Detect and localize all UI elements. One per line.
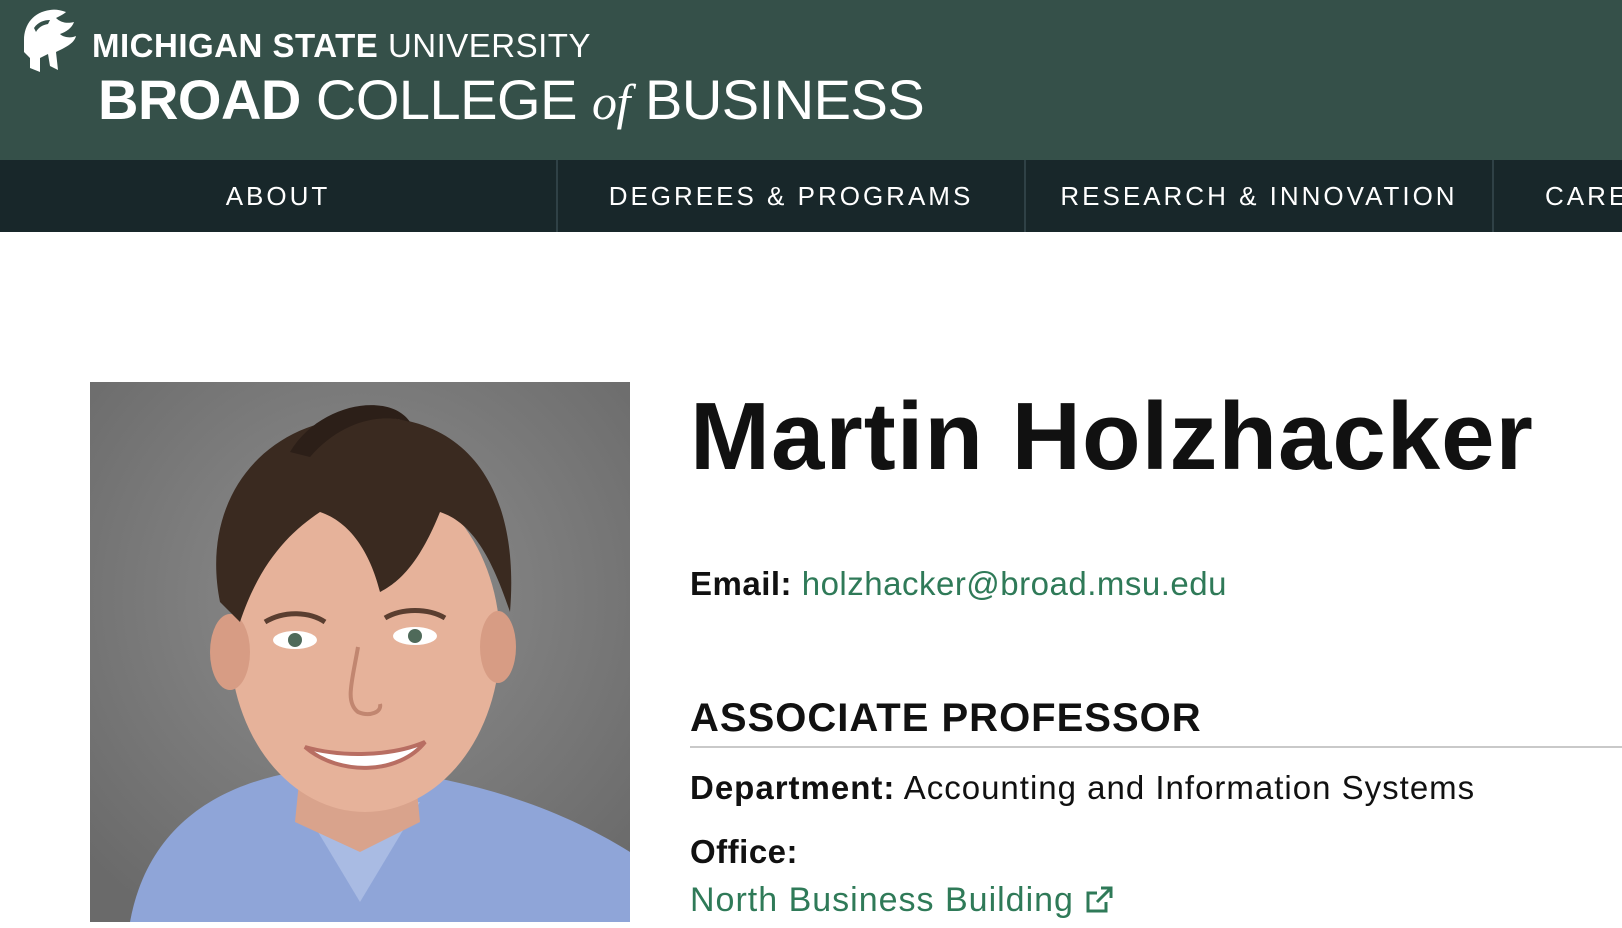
email-link[interactable]: holzhacker@broad.msu.edu bbox=[802, 565, 1227, 602]
site-header: MICHIGAN STATE UNIVERSITY BROAD COLLEGE … bbox=[0, 0, 1622, 160]
department-value: Accounting and Information Systems bbox=[903, 769, 1476, 806]
university-wordmark[interactable]: MICHIGAN STATE UNIVERSITY bbox=[92, 28, 591, 64]
office-link[interactable]: North Business Building bbox=[690, 878, 1114, 922]
email-row: Email: holzhacker@broad.msu.edu bbox=[690, 562, 1227, 606]
portrait-image bbox=[90, 382, 630, 922]
college-name-college: COLLEGE bbox=[315, 68, 578, 131]
college-wordmark[interactable]: BROAD COLLEGE of BUSINESS bbox=[98, 68, 925, 132]
spartan-helmet-icon[interactable] bbox=[20, 8, 78, 74]
department-label: Department: bbox=[690, 769, 896, 806]
main-nav: ABOUT DEGREES & PROGRAMS RESEARCH & INNO… bbox=[0, 160, 1622, 232]
page: MICHIGAN STATE UNIVERSITY BROAD COLLEGE … bbox=[0, 0, 1622, 928]
nav-item-degrees-programs[interactable]: DEGREES & PROGRAMS bbox=[558, 160, 1024, 232]
profile-name: Martin Holzhacker bbox=[690, 383, 1534, 490]
nav-item-careers[interactable]: CARE bbox=[1545, 160, 1622, 232]
office-label: Office: bbox=[690, 833, 799, 870]
university-name-bold: MICHIGAN STATE bbox=[92, 27, 379, 64]
nav-item-research-innovation[interactable]: RESEARCH & INNOVATION bbox=[1026, 160, 1492, 232]
title-divider bbox=[690, 746, 1622, 748]
nav-divider bbox=[1492, 160, 1494, 232]
department-row: Department: Accounting and Information S… bbox=[690, 766, 1475, 810]
email-label: Email: bbox=[690, 565, 793, 602]
office-link-text: North Business Building bbox=[690, 881, 1074, 919]
profile-photo bbox=[90, 382, 630, 922]
college-name-broad: BROAD bbox=[98, 68, 301, 131]
external-link-icon bbox=[1086, 886, 1113, 913]
nav-item-about[interactable]: ABOUT bbox=[0, 160, 556, 232]
college-name-business: BUSINESS bbox=[644, 68, 925, 131]
university-name-light: UNIVERSITY bbox=[387, 27, 591, 64]
college-name-of: of bbox=[592, 74, 630, 130]
profile-title: ASSOCIATE PROFESSOR bbox=[690, 696, 1202, 740]
